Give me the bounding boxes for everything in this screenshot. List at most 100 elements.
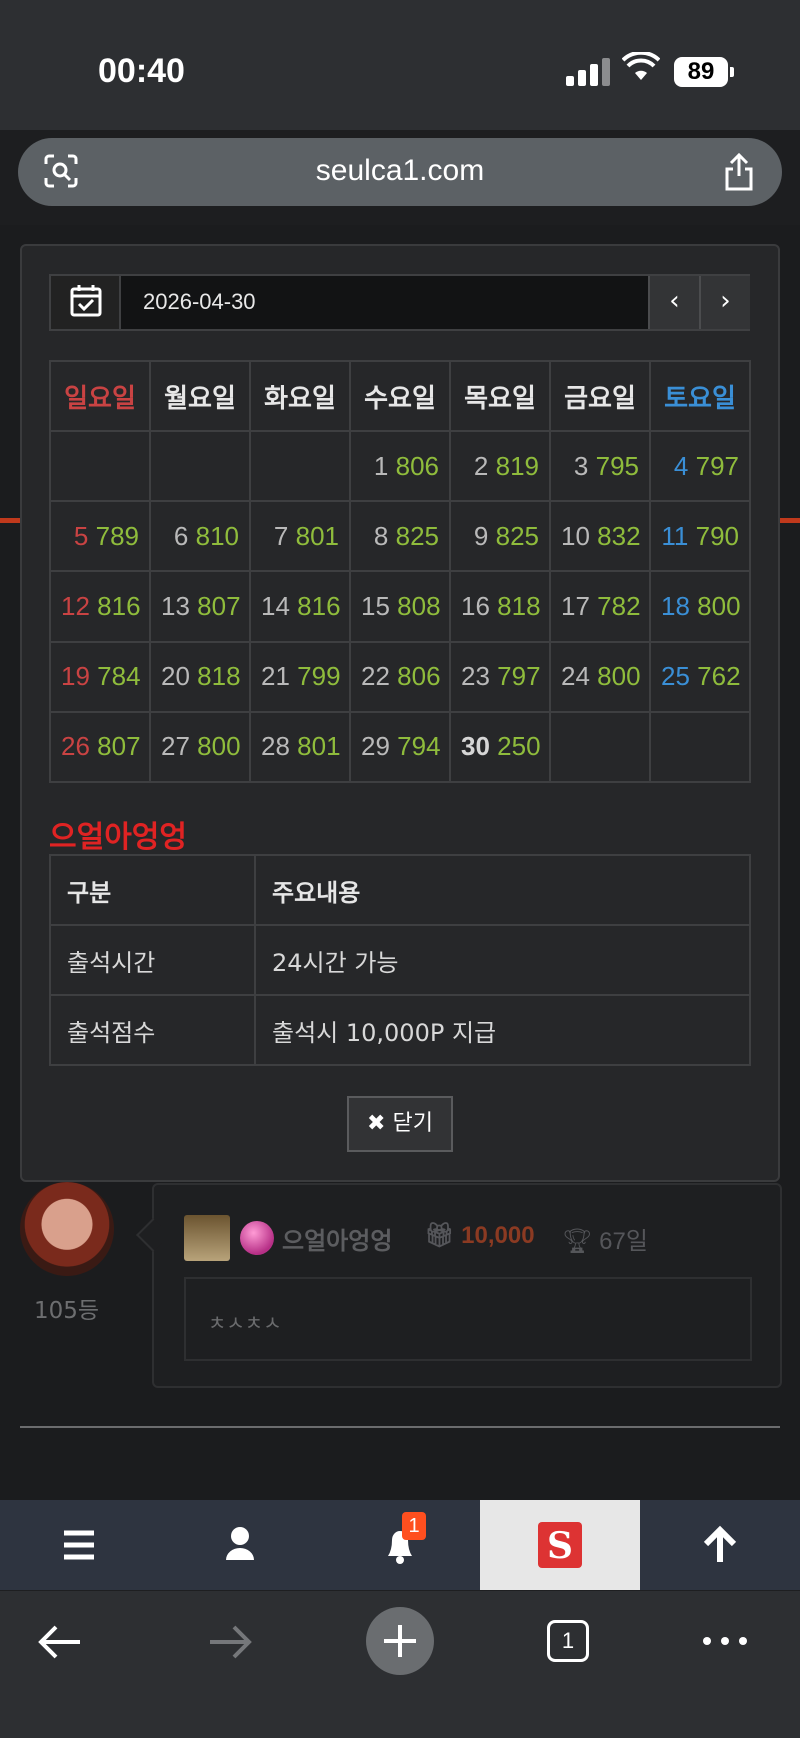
day-number: 18 bbox=[661, 590, 690, 621]
day-score: 816 bbox=[297, 590, 341, 621]
day-number: 14 bbox=[261, 590, 290, 621]
calendar-day-cell[interactable]: 6 810 bbox=[149, 500, 251, 573]
calendar-day-cell[interactable]: 23 797 bbox=[449, 640, 551, 713]
calendar-empty-cell bbox=[649, 710, 751, 784]
day-number: 26 bbox=[61, 731, 90, 762]
calendar-day-cell[interactable]: 28 801 bbox=[249, 710, 351, 784]
clock: 00:40 bbox=[98, 52, 185, 90]
day-number: 1 bbox=[373, 450, 389, 481]
rank-label: 105등 bbox=[34, 1298, 100, 1324]
calendar-day-cell[interactable]: 24 800 bbox=[549, 640, 651, 713]
date-picker[interactable]: 2026-04-30 ‹ › bbox=[49, 274, 750, 331]
url-text[interactable]: seulca1.com bbox=[18, 154, 782, 188]
day-number: 20 bbox=[161, 661, 190, 692]
plus-icon bbox=[384, 1625, 416, 1657]
day-number: 24 bbox=[561, 661, 590, 692]
calendar-day-cell[interactable]: 14 816 bbox=[249, 570, 351, 643]
close-button[interactable]: ✖ 닫기 bbox=[347, 1096, 453, 1152]
calendar-week-row: 26 807 27 800 28 801 29 794 30 250 bbox=[49, 710, 751, 784]
day-score: 818 bbox=[197, 661, 241, 692]
calendar-day-cell[interactable]: 29 794 bbox=[349, 710, 451, 784]
calendar-day-cell[interactable]: 25 762 bbox=[649, 640, 751, 713]
day-score: 825 bbox=[495, 520, 539, 551]
calendar-day-cell[interactable]: 16 818 bbox=[449, 570, 551, 643]
cellular-signal-icon bbox=[566, 56, 610, 86]
day-score: 794 bbox=[397, 731, 441, 762]
day-score: 797 bbox=[695, 450, 739, 481]
more-icon[interactable] bbox=[700, 1631, 750, 1651]
day-number: 16 bbox=[461, 590, 490, 621]
calendar-day-cell[interactable]: 7 801 bbox=[249, 500, 351, 573]
back-icon[interactable] bbox=[36, 1621, 84, 1663]
day-number: 7 bbox=[273, 520, 289, 551]
calendar-empty-cell bbox=[549, 710, 651, 784]
table-cell: 출석점수 bbox=[49, 994, 256, 1066]
calendar-day-cell[interactable]: 9 825 bbox=[449, 500, 551, 573]
table-row: 출석점수 출석시 10,000P 지급 bbox=[49, 994, 751, 1066]
forward-icon[interactable] bbox=[206, 1621, 254, 1663]
calendar-day-cell[interactable]: 17 782 bbox=[549, 570, 651, 643]
day-number: 12 bbox=[61, 590, 90, 621]
calendar-day-cell[interactable]: 19 784 bbox=[49, 640, 151, 713]
menu-button[interactable] bbox=[0, 1500, 160, 1590]
share-icon[interactable] bbox=[722, 152, 756, 192]
calendar-day-cell[interactable]: 1 806 bbox=[349, 429, 451, 503]
calendar-check-icon[interactable] bbox=[51, 276, 121, 329]
address-bar[interactable]: seulca1.com bbox=[18, 138, 782, 206]
scroll-top-button[interactable] bbox=[640, 1500, 800, 1590]
calendar-day-cell[interactable]: 20 818 bbox=[149, 640, 251, 713]
calendar-week-row: 12 816 13 807 14 816 15 808 16 818 17 782 18 8… bbox=[49, 570, 751, 643]
calendar-day-cell[interactable]: 2 819 bbox=[449, 429, 551, 503]
day-number: 2 bbox=[473, 450, 489, 481]
calendar-day-cell[interactable]: 8 825 bbox=[349, 500, 451, 573]
calendar-day-cell[interactable]: 18 800 bbox=[649, 570, 751, 643]
weekday-header: 토요일 bbox=[649, 360, 751, 432]
calendar-day-cell[interactable]: 27 800 bbox=[149, 710, 251, 784]
calendar-day-cell[interactable]: 13 807 bbox=[149, 570, 251, 643]
prev-month-button[interactable]: ‹ bbox=[648, 276, 699, 329]
weekday-header-row: 일요일 월요일 화요일 수요일 목요일 금요일 토요일 bbox=[49, 360, 751, 432]
day-number: 29 bbox=[361, 731, 390, 762]
calendar-week-row: 19 784 20 818 21 799 22 806 23 797 24 800 25 7… bbox=[49, 640, 751, 713]
calendar-day-cell[interactable]: 11 790 bbox=[649, 500, 751, 573]
calendar-day-cell[interactable]: 4 797 bbox=[649, 429, 751, 503]
day-score: 818 bbox=[497, 590, 541, 621]
comment-username[interactable]: 으얼아엉엉 bbox=[282, 1221, 392, 1256]
calendar-day-cell[interactable]: 26 807 bbox=[49, 710, 151, 784]
column-header: 주요내용 bbox=[254, 854, 751, 926]
user-button[interactable] bbox=[160, 1500, 320, 1590]
date-input[interactable]: 2026-04-30 bbox=[143, 289, 256, 315]
calendar-week-row: 1 806 2 819 3 795 4 797 bbox=[49, 429, 751, 503]
day-score: 810 bbox=[195, 520, 239, 551]
calendar-day-cell[interactable]: 22 806 bbox=[349, 640, 451, 713]
table-row: 구분 주요내용 bbox=[49, 854, 751, 926]
arrow-up-icon bbox=[703, 1525, 737, 1562]
calendar-day-cell[interactable]: 3 795 bbox=[549, 429, 651, 503]
table-cell: 24시간 가능 bbox=[254, 924, 751, 996]
day-number: 4 bbox=[673, 450, 689, 481]
site-logo-button[interactable]: S bbox=[480, 1500, 640, 1590]
day-score: 832 bbox=[597, 520, 641, 551]
calendar-day-cell[interactable]: 21 799 bbox=[249, 640, 351, 713]
calendar-day-cell[interactable]: 12 816 bbox=[49, 570, 151, 643]
attendance-calendar: 일요일 월요일 화요일 수요일 목요일 금요일 토요일 1 806 2 819 3 … bbox=[49, 360, 751, 784]
svg-text:S: S bbox=[547, 1525, 573, 1567]
browser-toolbar: 1 bbox=[0, 1590, 800, 1738]
tabs-button[interactable]: 1 bbox=[547, 1620, 589, 1662]
calendar-day-cell[interactable]: 10 832 bbox=[549, 500, 651, 573]
calendar-day-cell[interactable]: 5 789 bbox=[49, 500, 151, 573]
notification-button[interactable] bbox=[320, 1500, 480, 1590]
day-score: 789 bbox=[95, 520, 139, 551]
calendar-day-cell[interactable]: 30 250 bbox=[449, 710, 551, 784]
day-number: 6 bbox=[173, 520, 189, 551]
day-score: 819 bbox=[495, 450, 539, 481]
weekday-header: 월요일 bbox=[149, 360, 251, 432]
wifi-icon bbox=[622, 52, 660, 80]
day-score: 250 bbox=[497, 731, 541, 762]
calendar-day-cell[interactable]: 15 808 bbox=[349, 570, 451, 643]
avatar[interactable] bbox=[20, 1182, 114, 1276]
site-logo: S bbox=[538, 1522, 582, 1568]
next-month-button[interactable]: › bbox=[699, 276, 750, 329]
new-tab-button[interactable] bbox=[366, 1607, 434, 1675]
day-number: 9 bbox=[473, 520, 489, 551]
